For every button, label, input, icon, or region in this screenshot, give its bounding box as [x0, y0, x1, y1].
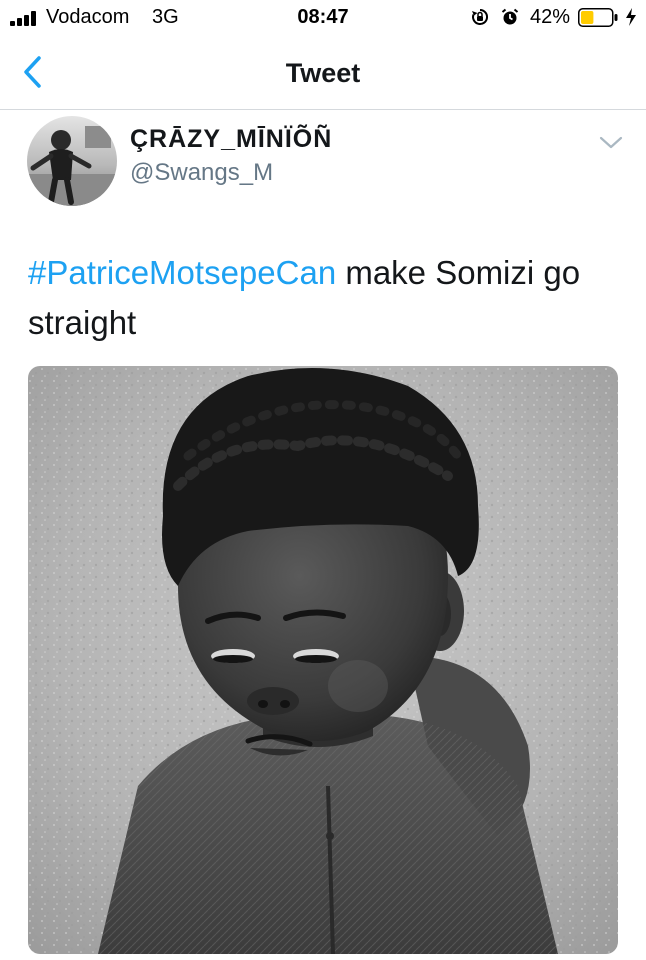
author-handle[interactable]: @Swangs_M: [130, 159, 273, 187]
hashtag-link[interactable]: #PatriceMotsepeCan: [28, 254, 336, 291]
page-title: Tweet: [285, 58, 361, 88]
nav-bar: Tweet: [0, 38, 646, 110]
avatar[interactable]: [27, 116, 117, 206]
alarm-icon: [501, 8, 519, 25]
photo-toddler-frowning: [28, 366, 618, 954]
status-bar: Vodacom 3G 08:47 42%: [0, 0, 646, 38]
tweet-text: #PatriceMotsepeCan make Somizi go straig…: [28, 248, 628, 348]
avatar-photo: [27, 116, 117, 206]
battery-percentage: 42%: [530, 6, 571, 28]
tweet-options-button[interactable]: [596, 132, 626, 154]
battery-icon: [578, 8, 618, 27]
rotation-lock-icon: [472, 8, 489, 25]
author-display-name[interactable]: ÇRĀZY_MĪNÏÕÑ: [130, 125, 332, 154]
tweet-media-image[interactable]: [28, 366, 618, 954]
chevron-down-icon: [599, 136, 623, 149]
charging-icon: [626, 8, 636, 26]
